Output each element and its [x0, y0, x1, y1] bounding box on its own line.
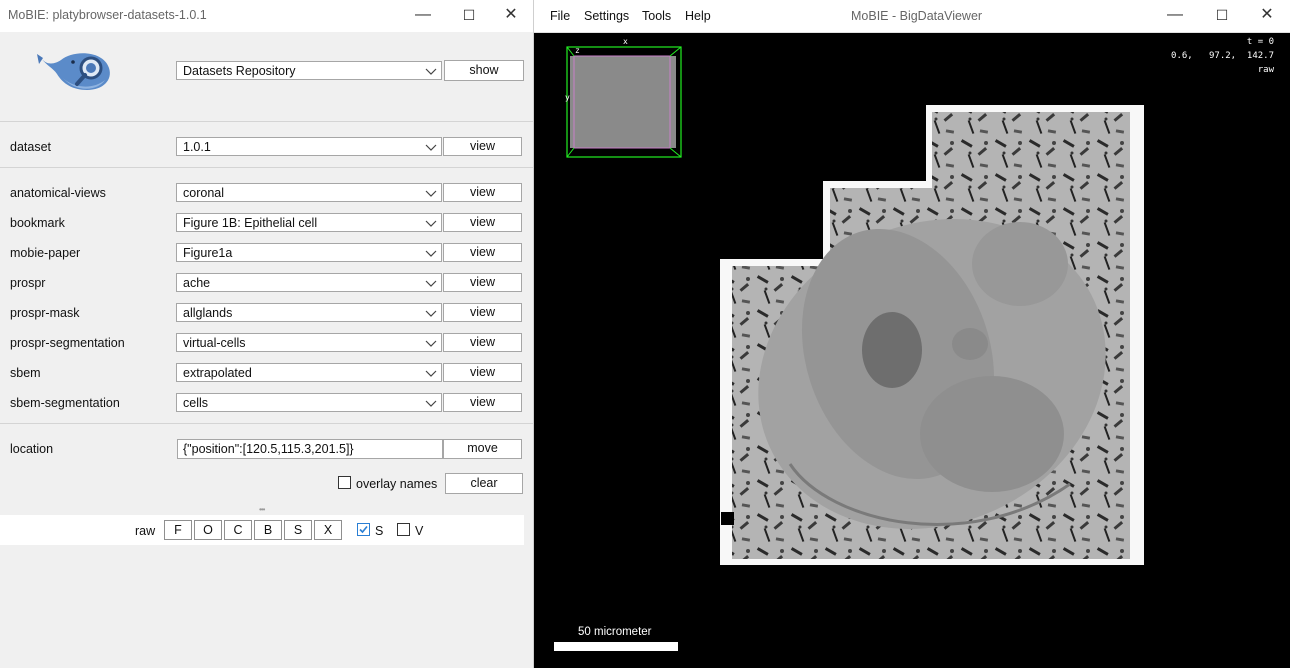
source-dropdown-value: Figure1a — [183, 246, 233, 260]
source-label-anatomical-views: anatomical-views — [10, 186, 106, 200]
scalebar-label: 50 micrometer — [578, 626, 652, 638]
checkmark-icon — [359, 525, 368, 534]
separator — [0, 423, 533, 424]
source-label-prospr-segmentation: prospr-segmentation — [10, 336, 125, 350]
source-dropdown-value: coronal — [183, 186, 224, 200]
bigdataviewer-window: File Settings Tools Help MoBIE - BigData… — [534, 0, 1290, 668]
mobie-whale-logo — [37, 53, 110, 90]
source-dropdown-anatomical-views[interactable]: coronal — [176, 183, 442, 202]
right-titlebar: File Settings Tools Help MoBIE - BigData… — [534, 0, 1290, 33]
axis-z-label: z — [575, 46, 580, 55]
layer-toggle-f[interactable]: F — [164, 520, 192, 540]
source-dropdown-mobie-paper[interactable]: Figure1a — [176, 243, 442, 262]
maximize-button[interactable]: ☐ — [1199, 0, 1245, 32]
menu-file[interactable]: File — [550, 9, 570, 23]
source-label-prospr-mask: prospr-mask — [10, 306, 80, 320]
separator — [0, 167, 533, 168]
source-dropdown-prospr[interactable]: ache — [176, 273, 442, 292]
dataset-dropdown[interactable]: 1.0.1 — [176, 137, 442, 156]
dataset-view-button[interactable]: view — [443, 137, 522, 156]
source-view-button-prospr[interactable]: view — [443, 273, 522, 292]
right-window-title: MoBIE - BigDataViewer — [851, 9, 983, 23]
source-label-sbem-segmentation: sbem-segmentation — [10, 396, 120, 410]
show-button[interactable]: show — [444, 60, 524, 81]
minimize-button[interactable]: — — [1152, 0, 1198, 32]
chevron-down-icon — [425, 340, 437, 347]
separator — [0, 121, 533, 122]
image-notch — [721, 512, 734, 525]
source-dropdown-bookmark[interactable]: Figure 1B: Epithelial cell — [176, 213, 442, 232]
layer-check-s[interactable] — [357, 523, 370, 536]
source-label-mobie-paper: mobie-paper — [10, 246, 81, 260]
source-label-prospr: prospr — [10, 276, 46, 290]
layer-name: raw — [135, 524, 156, 538]
chevron-down-icon — [425, 370, 437, 377]
layer-toggle-o[interactable]: O — [194, 520, 222, 540]
chevron-down-icon — [425, 400, 437, 407]
close-button[interactable]: ✕ — [1244, 0, 1290, 32]
repository-dropdown-value: Datasets Repository — [183, 64, 296, 78]
move-button[interactable]: move — [443, 439, 522, 459]
source-view-button-anatomical-views[interactable]: view — [443, 183, 522, 202]
minimize-button[interactable]: — — [400, 0, 446, 32]
maximize-button[interactable]: ☐ — [446, 0, 492, 32]
location-input[interactable] — [177, 439, 443, 459]
chevron-down-icon — [425, 220, 437, 227]
source-dropdown-value: virtual-cells — [183, 336, 246, 350]
dataset-label: dataset — [10, 140, 52, 154]
overlay-names-checkbox[interactable] — [338, 476, 351, 489]
overlay-names-label: overlay names — [356, 477, 438, 491]
layer-check-s-label: S — [375, 524, 384, 538]
chevron-down-icon — [425, 190, 437, 197]
source-dropdown-value: ache — [183, 276, 211, 290]
source-view-button-prospr-segmentation[interactable]: view — [443, 333, 522, 352]
chevron-down-icon — [425, 144, 437, 151]
source-label-sbem: sbem — [10, 366, 41, 380]
chevron-down-icon — [425, 280, 437, 287]
location-label: location — [10, 442, 54, 456]
left-window-title: MoBIE: platybrowser-datasets-1.0.1 — [8, 8, 207, 22]
layer-toggle-b[interactable]: B — [254, 520, 282, 540]
navigation-box-overlay — [566, 46, 682, 158]
menu-tools[interactable]: Tools — [642, 9, 671, 23]
layer-toggle-x[interactable]: X — [314, 520, 342, 540]
resize-handle[interactable]: ••• — [259, 505, 265, 514]
layer-toggle-s[interactable]: S — [284, 520, 312, 540]
layer-check-v[interactable] — [397, 523, 410, 536]
source-view-button-prospr-mask[interactable]: view — [443, 303, 522, 322]
repository-dropdown[interactable]: Datasets Repository — [176, 61, 442, 80]
chevron-down-icon — [425, 68, 437, 75]
chevron-down-icon — [425, 250, 437, 257]
mobie-main-window: MoBIE: platybrowser-datasets-1.0.1 — ☐ ✕… — [0, 0, 534, 668]
axis-y-label: y — [565, 93, 570, 102]
close-button[interactable]: ✕ — [488, 0, 534, 32]
menu-settings[interactable]: Settings — [584, 9, 629, 23]
source-dropdown-prospr-mask[interactable]: allglands — [176, 303, 442, 322]
source-dropdown-sbem-segmentation[interactable]: cells — [176, 393, 442, 412]
source-dropdown-prospr-segmentation[interactable]: virtual-cells — [176, 333, 442, 352]
left-titlebar: MoBIE: platybrowser-datasets-1.0.1 — ☐ ✕ — [0, 0, 533, 32]
source-view-button-bookmark[interactable]: view — [443, 213, 522, 232]
layer-toggle-c[interactable]: C — [224, 520, 252, 540]
dataset-dropdown-value: 1.0.1 — [183, 140, 211, 154]
layer-check-v-label: V — [415, 524, 424, 538]
source-dropdown-value: extrapolated — [183, 366, 252, 380]
source-label-bookmark: bookmark — [10, 216, 65, 230]
chevron-down-icon — [425, 310, 437, 317]
source-view-button-sbem[interactable]: view — [443, 363, 522, 382]
scalebar — [554, 642, 678, 651]
coordinate-readout: 0.6, 97.2, 142.7 — [1171, 51, 1274, 61]
source-dropdown-value: cells — [183, 396, 209, 410]
source-view-button-sbem-segmentation[interactable]: view — [443, 393, 522, 412]
source-dropdown-value: Figure 1B: Epithelial cell — [183, 216, 318, 230]
time-readout: t = 0 — [1246, 37, 1274, 47]
em-image-canvas[interactable] — [720, 104, 1146, 566]
clear-button[interactable]: clear — [445, 473, 523, 494]
source-dropdown-sbem[interactable]: extrapolated — [176, 363, 442, 382]
source-dropdown-value: allglands — [183, 306, 233, 320]
axis-x-label: x — [623, 37, 628, 46]
source-view-button-mobie-paper[interactable]: view — [443, 243, 522, 262]
menu-help[interactable]: Help — [685, 9, 711, 23]
source-name-readout: raw — [1257, 65, 1274, 75]
